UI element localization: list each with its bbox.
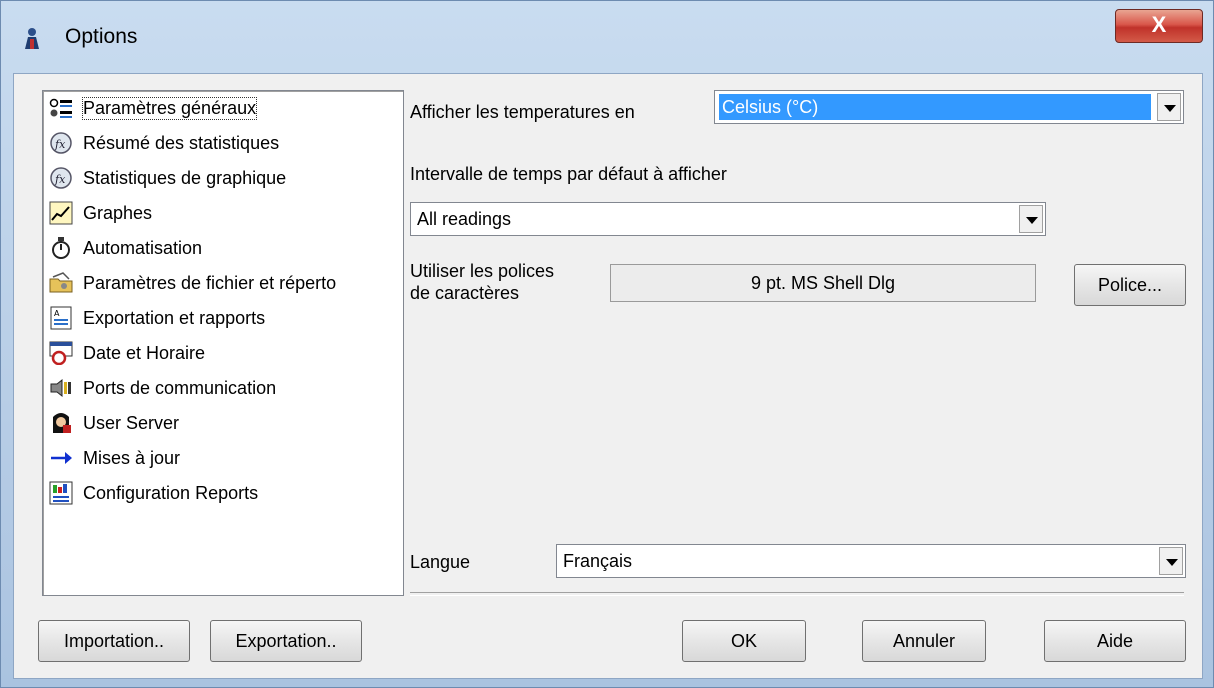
category-label: Date et Horaire [83, 342, 206, 363]
category-label: Paramètres de fichier et réperto [83, 272, 337, 293]
line-graph-icon [49, 201, 73, 225]
language-label: Langue [410, 552, 471, 572]
dialog-body: Paramètres généraux fx Résumé des statis… [13, 73, 1203, 679]
category-item-ports-communication[interactable]: Ports de communication [49, 373, 276, 403]
export-report-icon: A [50, 306, 72, 330]
category-item-automatisation[interactable]: Automatisation [49, 233, 202, 263]
category-label: Paramètres généraux [81, 96, 258, 120]
configuration-reports-icon [49, 481, 73, 505]
interval-select[interactable]: All readings [410, 202, 1046, 236]
category-item-user-server[interactable]: User Server [49, 408, 179, 438]
category-label: User Server [83, 412, 180, 433]
svg-text:fx: fx [54, 173, 66, 186]
divider [410, 592, 1184, 596]
arrow-right-icon [51, 452, 72, 464]
category-item-resume-statistiques[interactable]: fx Résumé des statistiques [49, 128, 279, 158]
font-label-line1: Utiliser les polices [410, 261, 555, 281]
language-select[interactable]: Français [556, 544, 1186, 578]
category-item-configuration-reports[interactable]: Configuration Reports [49, 478, 258, 508]
close-button[interactable]: X [1115, 9, 1203, 43]
import-button[interactable]: Importation.. [38, 620, 190, 662]
chevron-down-icon[interactable] [1159, 547, 1183, 575]
category-item-statistiques-graphique[interactable]: fx Statistiques de graphique [49, 163, 286, 193]
category-label: Automatisation [83, 237, 203, 258]
chevron-down-icon[interactable] [1019, 205, 1043, 233]
graph-statistics-function-icon: fx [50, 167, 72, 189]
category-label: Configuration Reports [83, 482, 259, 503]
export-button[interactable]: Exportation.. [210, 620, 362, 662]
calendar-clock-icon [49, 341, 73, 365]
category-label: Statistiques de graphique [83, 167, 287, 188]
font-button[interactable]: Police... [1074, 264, 1186, 306]
cancel-button[interactable]: Annuler [862, 620, 986, 662]
category-list[interactable]: Paramètres généraux fx Résumé des statis… [42, 90, 404, 596]
interval-value: All readings [417, 209, 512, 229]
category-item-exportation-rapports[interactable]: A Exportation et rapports [49, 303, 265, 333]
language-value: Français [563, 551, 633, 571]
title-bar[interactable]: Options X [1, 1, 1213, 71]
category-item-graphes[interactable]: Graphes [49, 198, 152, 228]
chevron-down-icon[interactable] [1157, 93, 1181, 121]
communication-ports-icon [50, 378, 71, 398]
category-label: Exportation et rapports [83, 307, 266, 328]
app-icon [25, 28, 39, 49]
help-button[interactable]: Aide [1044, 620, 1186, 662]
temperature-label: Afficher les temperatures en [410, 102, 635, 122]
category-item-date-horaire[interactable]: Date et Horaire [49, 338, 205, 368]
font-label-line2: de caractères [410, 283, 520, 303]
category-item-parametres-fichier[interactable]: Paramètres de fichier et réperto [49, 268, 336, 298]
category-label: Résumé des statistiques [83, 132, 280, 153]
options-window: Options X Paramètres généraux fx Résumé … [0, 0, 1214, 688]
ok-button[interactable]: OK [682, 620, 806, 662]
temperature-unit-select[interactable]: Celsius (°C) [714, 90, 1184, 124]
svg-text:A: A [54, 309, 60, 318]
window-title: Options [65, 25, 138, 48]
stopwatch-icon [52, 237, 70, 259]
category-label: Mises à jour [83, 447, 181, 468]
category-label: Ports de communication [83, 377, 277, 398]
user-server-icon [53, 413, 71, 433]
category-item-mises-a-jour[interactable]: Mises à jour [49, 443, 180, 473]
statistics-function-icon: fx [50, 132, 72, 154]
category-label: Graphes [83, 202, 153, 223]
font-preview: 9 pt. MS Shell Dlg [610, 264, 1036, 302]
interval-label: Intervalle de temps par défaut à affiche… [410, 164, 727, 184]
settings-list-icon [49, 98, 72, 118]
folder-settings-icon [49, 272, 73, 293]
category-item-parametres-generaux[interactable]: Paramètres généraux [49, 93, 258, 123]
svg-text:fx: fx [54, 138, 66, 151]
temperature-unit-value: Celsius (°C) [719, 94, 1151, 120]
font-label: Utiliser les polices de caractères [410, 260, 554, 304]
